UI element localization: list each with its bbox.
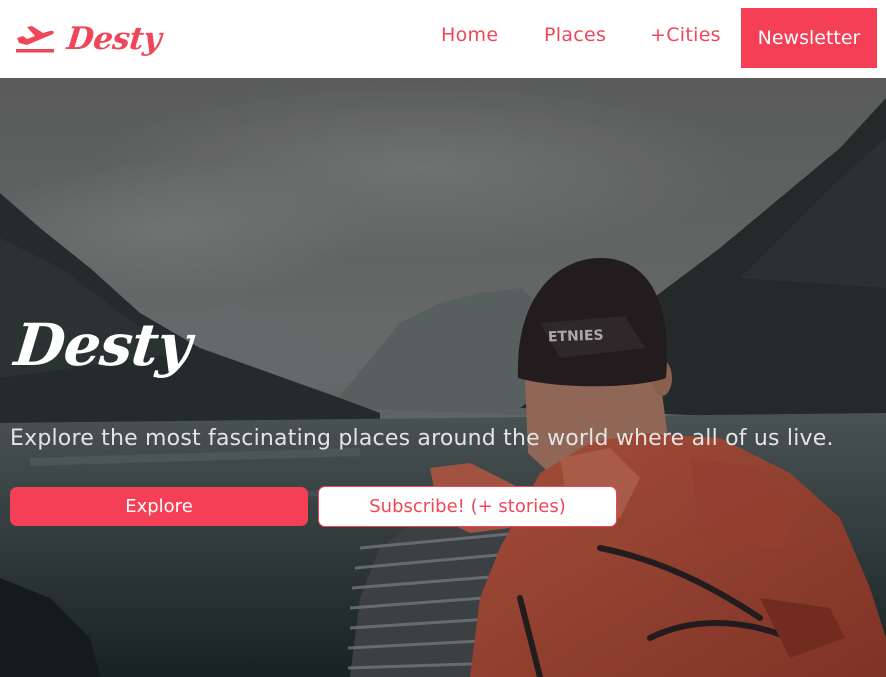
hero-subtitle: Explore the most fascinating places arou… xyxy=(10,426,834,451)
hero-title: Desty xyxy=(11,311,194,379)
navbar: Desty Home Places +Cities Newsletter xyxy=(0,0,886,78)
newsletter-button[interactable]: Newsletter xyxy=(741,8,877,68)
airplane-takeoff-icon xyxy=(16,26,54,53)
brand-name: Desty xyxy=(65,21,163,57)
hero-section: ETNIES Desty Explore the most fascinatin… xyxy=(0,78,886,677)
nav-link-home[interactable]: Home xyxy=(441,24,498,46)
brand-logo[interactable]: Desty xyxy=(15,14,163,64)
nav-link-places[interactable]: Places xyxy=(544,24,606,46)
explore-button[interactable]: Explore xyxy=(10,487,308,526)
nav-link-cities[interactable]: +Cities xyxy=(650,24,721,46)
subscribe-button[interactable]: Subscribe! (+ stories) xyxy=(318,486,617,527)
